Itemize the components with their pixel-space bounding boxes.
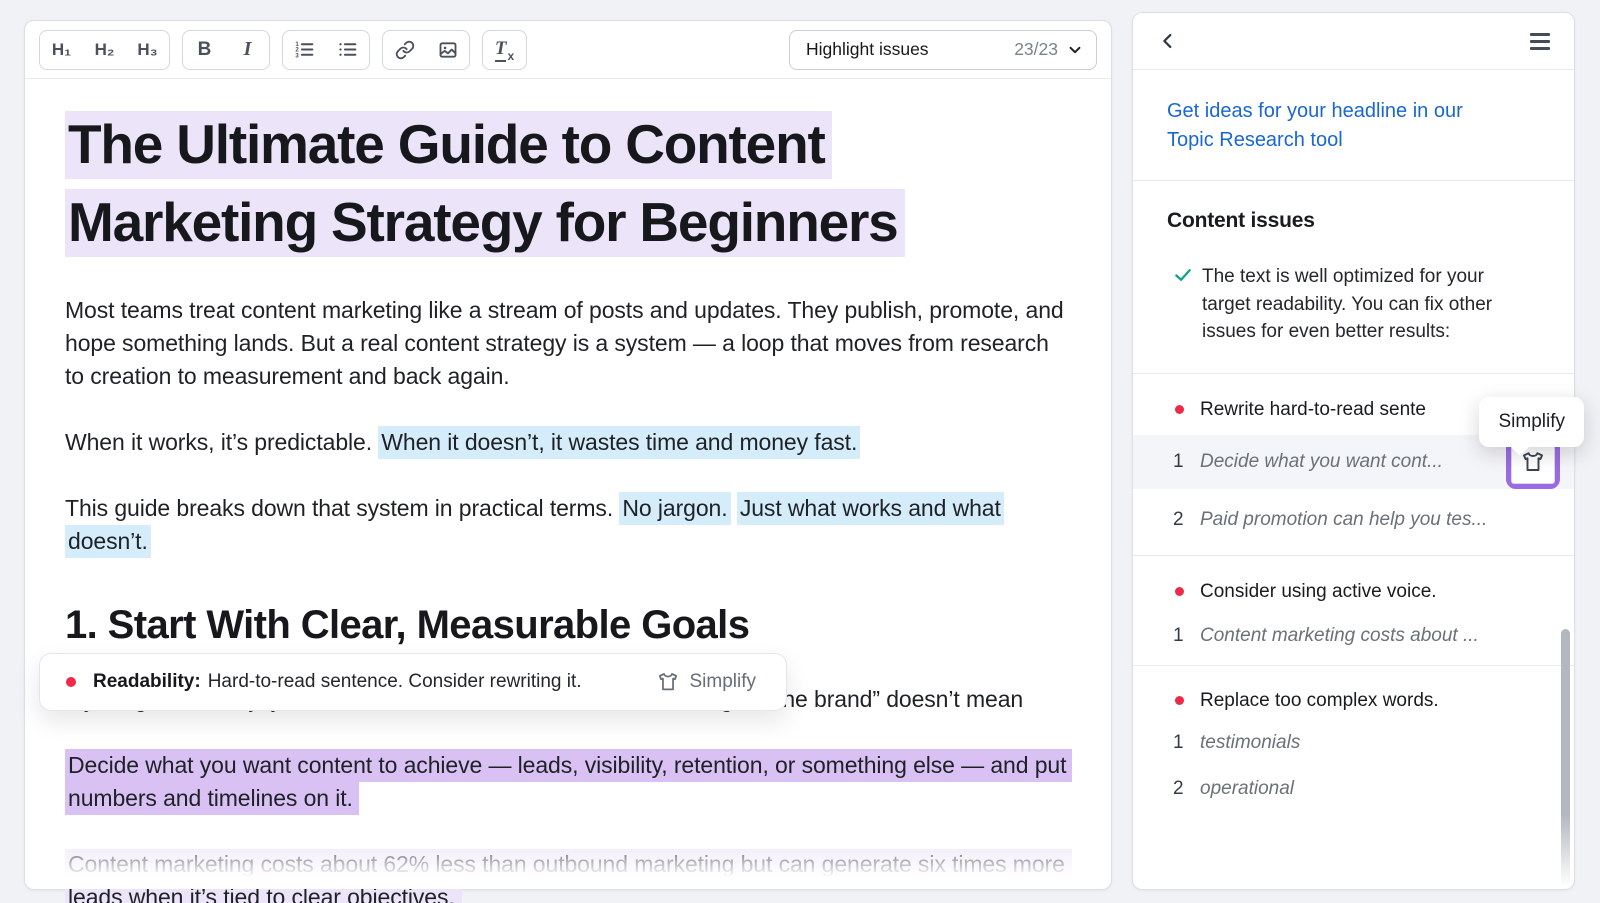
issue-item-text: testimonials	[1200, 732, 1300, 754]
active-issue-highlight: Decide what you want content to achieve …	[65, 749, 1072, 815]
unordered-list-button[interactable]	[326, 31, 369, 69]
issue-item[interactable]: 2 Paid promotion can help you tes...	[1133, 497, 1574, 543]
issue-title: Rewrite hard-to-read sente	[1200, 399, 1426, 421]
back-chevron-icon	[1157, 30, 1179, 52]
bold-button[interactable]: B	[183, 31, 226, 69]
image-icon	[438, 40, 458, 60]
readability-category: Readability:	[93, 671, 201, 693]
issue-group-complex-words[interactable]: Replace too complex words.	[1133, 666, 1574, 712]
h3-button[interactable]: H₃	[126, 31, 169, 69]
check-icon	[1173, 265, 1193, 285]
issue-item-number: 1	[1173, 732, 1200, 754]
success-text: The text is well optimized for your targ…	[1202, 263, 1516, 346]
issue-item[interactable]: 1 testimonials	[1133, 720, 1574, 766]
highlight-issues-label: Highlight issues	[806, 39, 929, 60]
title-highlight: The Ultimate Guide to Content Marketing …	[65, 111, 905, 257]
document-body[interactable]: The Ultimate Guide to Content Marketing …	[25, 79, 1111, 903]
toolbar-group-clear: Tx	[482, 30, 527, 70]
readability-message: Hard-to-read sentence. Consider rewritin…	[208, 671, 582, 693]
paragraph: When it works, it’s predictable. When it…	[65, 426, 1071, 459]
highlight-issues-dropdown[interactable]: Highlight issues 23/23	[789, 30, 1097, 70]
tshirt-icon	[1521, 450, 1545, 474]
insert-image-button[interactable]	[426, 31, 469, 69]
clear-formatting-icon: T	[495, 38, 507, 62]
hamburger-icon	[1530, 33, 1550, 50]
readability-highlight: When it doesn’t, it wastes time and mone…	[378, 426, 860, 459]
document-title: The Ultimate Guide to Content Marketing …	[65, 105, 1071, 261]
italic-button[interactable]: I	[226, 31, 269, 69]
issue-item-number: 1	[1173, 451, 1200, 473]
assistant-sidebar: Get ideas for your headline in our Topic…	[1132, 12, 1575, 890]
issue-title: Replace too complex words.	[1200, 690, 1439, 712]
headline-tip-section: Get ideas for your headline in our Topic…	[1133, 70, 1574, 181]
toolbar-group-format: B I	[182, 30, 270, 70]
simplify-label: Simplify	[689, 671, 756, 693]
insert-link-button[interactable]	[383, 31, 426, 69]
paragraph: Decide what you want content to achieve …	[65, 749, 1071, 815]
ordered-list-button[interactable]: 1 2 3	[283, 31, 326, 69]
sidebar-header	[1133, 13, 1574, 70]
readability-success-item: The text is well optimized for your targ…	[1173, 263, 1540, 346]
issue-item-text: Decide what you want cont...	[1200, 451, 1443, 473]
issue-item[interactable]: 2 operational	[1133, 766, 1574, 812]
issue-dot-icon	[1175, 696, 1184, 705]
chevron-down-icon	[1067, 42, 1083, 58]
toolbar-group-headings: H₁ H₂ H₃	[39, 30, 170, 70]
issue-item-number: 2	[1173, 778, 1200, 800]
toolbar-group-insert	[382, 30, 470, 70]
sidebar-scrollbar-thumb[interactable]	[1561, 629, 1570, 887]
readability-dot-icon	[66, 677, 76, 687]
link-icon	[395, 40, 415, 60]
issue-item-number: 2	[1173, 509, 1200, 531]
issue-item[interactable]: 1 Content marketing costs about ...	[1133, 613, 1574, 659]
paragraph: Content marketing costs about 62% less t…	[65, 848, 1071, 903]
tshirt-icon	[657, 671, 679, 693]
menu-button[interactable]	[1530, 33, 1550, 50]
readability-tooltip: Readability: Hard-to-read sentence. Cons…	[39, 653, 787, 711]
highlight-issues-count: 23/23	[1014, 39, 1058, 60]
issue-title: Consider using active voice.	[1200, 581, 1437, 603]
section-heading: 1. Start With Clear, Measurable Goals	[65, 600, 1071, 650]
back-button[interactable]	[1157, 30, 1179, 52]
paragraph: Most teams treat content marketing like …	[65, 294, 1071, 393]
topic-research-link[interactable]: Get ideas for your headline in our Topic…	[1167, 97, 1482, 155]
ordered-list-icon: 1 2 3	[294, 39, 315, 60]
content-issues-heading: Content issues	[1167, 209, 1540, 233]
simplify-tooltip-label: Simplify	[1498, 411, 1565, 432]
h2-button[interactable]: H₂	[83, 31, 126, 69]
clear-formatting-button[interactable]: Tx	[483, 31, 526, 69]
simplify-tooltip: Simplify	[1479, 397, 1584, 447]
issue-item-text: operational	[1200, 778, 1294, 800]
issue-item-text: Paid promotion can help you tes...	[1200, 509, 1487, 531]
issue-item-number: 1	[1173, 625, 1200, 647]
issue-dot-icon	[1175, 405, 1184, 414]
h1-button[interactable]: H₁	[40, 31, 83, 69]
simplify-button[interactable]: Simplify	[657, 671, 760, 693]
svg-text:3: 3	[295, 52, 299, 59]
editor-panel: H₁ H₂ H₃ B I 1 2 3	[24, 20, 1112, 890]
paragraph: This guide breaks down that system in pr…	[65, 492, 1071, 558]
toolbar-group-lists: 1 2 3	[282, 30, 370, 70]
issue-group-active-voice[interactable]: Consider using active voice.	[1133, 556, 1574, 603]
unordered-list-icon	[337, 39, 358, 60]
editor-toolbar: H₁ H₂ H₃ B I 1 2 3	[25, 21, 1111, 79]
readability-highlight: No jargon.	[619, 492, 730, 525]
issue-highlight: Content marketing costs about 62% less t…	[65, 849, 1072, 903]
issue-dot-icon	[1175, 587, 1184, 596]
issue-item-text: Content marketing costs about ...	[1200, 625, 1479, 647]
